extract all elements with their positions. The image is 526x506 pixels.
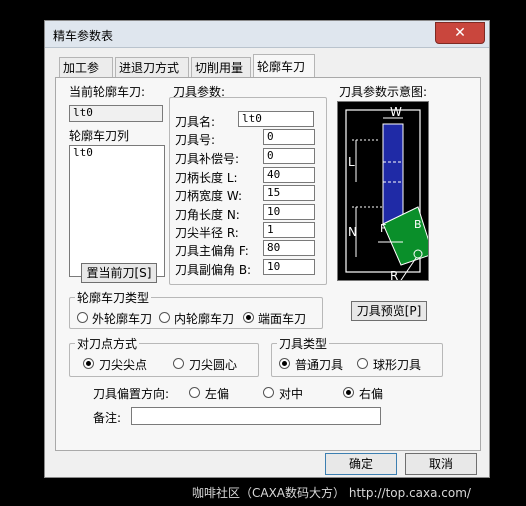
radio-outer-contour[interactable]: [77, 312, 88, 323]
diagram-label-w: W: [390, 105, 402, 119]
param-label-tool-name: 刀具名:: [175, 115, 216, 129]
radio-label-normal: 普通刀具: [295, 358, 344, 372]
tool-diagram: W L N F B R: [337, 101, 434, 293]
radio-label-left: 左偏: [205, 387, 230, 401]
shank-length-input[interactable]: 40: [263, 167, 315, 183]
tool-preview-button[interactable]: 刀具预览[P]: [351, 301, 427, 321]
current-tool-field: lt0: [69, 105, 163, 122]
radio-face-tool[interactable]: [243, 312, 254, 323]
radio-label-center: 对中: [279, 387, 304, 401]
offset-direction-label: 刀具偏置方向:: [93, 387, 170, 401]
close-button[interactable]: ✕: [435, 22, 485, 44]
radio-inner-contour[interactable]: [159, 312, 170, 323]
tool-diagram-svg: W L N F B R: [345, 105, 434, 293]
tab-approach-retract[interactable]: 进退刀方式: [115, 57, 189, 77]
diagram-title: 刀具参数示意图:: [339, 85, 428, 99]
radio-tool-tip-center[interactable]: [173, 358, 184, 369]
cancel-button[interactable]: 取消: [405, 453, 477, 475]
param-label-comp-number: 刀具补偿号:: [175, 152, 240, 166]
tool-list-label: 轮廓车刀列: [69, 129, 130, 143]
tool-number-input[interactable]: 0: [263, 129, 315, 145]
radio-label-tip-point: 刀尖尖点: [99, 358, 148, 372]
diagram-label-n: N: [348, 225, 357, 239]
radio-offset-left[interactable]: [189, 387, 200, 398]
radio-label-tip-center: 刀尖圆心: [189, 358, 238, 372]
cutter-type-group-title: 刀具类型: [277, 335, 330, 352]
current-tool-label: 当前轮廓车刀:: [69, 85, 146, 99]
dialog-title: 精车参数表: [53, 29, 114, 43]
param-label-shank-length: 刀柄长度 L:: [175, 171, 238, 185]
minor-angle-input[interactable]: 10: [263, 259, 315, 275]
radio-ball-tool[interactable]: [357, 358, 368, 369]
param-label-minor-angle: 刀具副偏角 B:: [175, 263, 252, 277]
radio-label-right: 右偏: [359, 387, 384, 401]
remark-label: 备注:: [93, 411, 122, 425]
close-icon: ✕: [454, 25, 466, 41]
set-current-tool-button[interactable]: 置当前刀[S]: [81, 263, 157, 283]
param-label-main-angle: 刀具主偏角 F:: [175, 244, 249, 258]
tool-type-group-title: 轮廓车刀类型: [75, 289, 152, 306]
title-bar[interactable]: 精车参数表 ✕: [45, 21, 489, 48]
param-label-tool-number: 刀具号:: [175, 133, 216, 147]
shank-width-input[interactable]: 15: [263, 185, 315, 201]
radio-offset-right[interactable]: [343, 387, 354, 398]
radio-label-inner: 内轮廓车刀: [174, 312, 235, 326]
param-label-shank-width: 刀柄宽度 W:: [175, 189, 243, 203]
tab-machining-params[interactable]: 加工参数: [59, 57, 113, 95]
tool-list[interactable]: lt0: [69, 145, 165, 277]
diagram-label-r: R: [390, 269, 398, 280]
tab-cutting-amount[interactable]: 切削用量: [191, 57, 251, 77]
comp-number-input[interactable]: 0: [263, 148, 315, 164]
corner-length-input[interactable]: 10: [263, 204, 315, 220]
list-item[interactable]: lt0: [73, 146, 164, 160]
tool-point-group-title: 对刀点方式: [75, 335, 140, 352]
param-label-corner-length: 刀角长度 N:: [175, 208, 240, 222]
ok-button[interactable]: 确定: [325, 453, 397, 475]
param-label-nose-radius: 刀尖半径 R:: [175, 226, 239, 240]
diagram-label-f: F: [380, 222, 386, 235]
watermark-text: 咖啡社区（CAXA数码大方） http://top.caxa.com/: [192, 486, 471, 500]
tool-name-input[interactable]: lt0: [238, 111, 314, 127]
remark-input[interactable]: [131, 407, 381, 425]
radio-label-outer: 外轮廓车刀: [92, 312, 153, 326]
radio-offset-center[interactable]: [263, 387, 274, 398]
main-angle-input[interactable]: 80: [263, 240, 315, 256]
diagram-label-b: B: [414, 218, 422, 231]
radio-label-face: 端面车刀: [258, 312, 307, 326]
nose-radius-input[interactable]: 1: [263, 222, 315, 238]
tab-contour-tool[interactable]: 轮廓车刀: [253, 54, 315, 78]
dialog-window: 精车参数表 ✕ 加工参数 进退刀方式 切削用量 轮廓车刀 当前轮廓车刀: lt0…: [44, 20, 490, 478]
radio-label-ball: 球形刀具: [373, 358, 422, 372]
diagram-label-l: L: [348, 155, 355, 169]
radio-normal-tool[interactable]: [279, 358, 290, 369]
radio-tool-tip-point[interactable]: [83, 358, 94, 369]
